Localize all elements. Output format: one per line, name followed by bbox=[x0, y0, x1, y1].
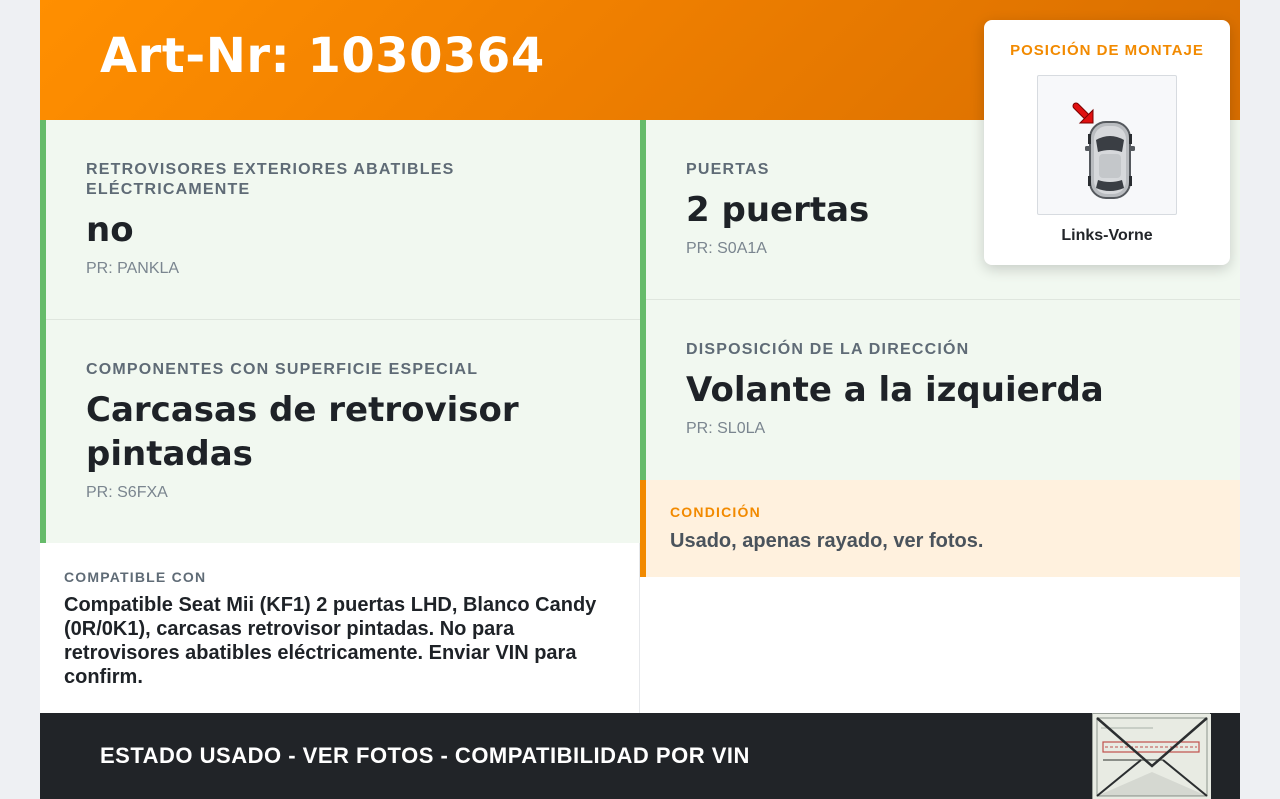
car-top-view-icon bbox=[1072, 102, 1135, 199]
spec-pr-code: PR: S6FXA bbox=[86, 484, 168, 501]
spec-value: 2 puertas bbox=[686, 190, 870, 230]
mount-position-title: POSICIÓN DE MONTAJE bbox=[1010, 42, 1204, 59]
document-stamp-image bbox=[1092, 713, 1211, 799]
spec-value: Volante a la izquierda bbox=[686, 370, 1104, 410]
spec-label: PUERTAS bbox=[686, 161, 770, 178]
article-number-title: Art-Nr: 1030364 bbox=[100, 28, 545, 84]
mount-position-caption: Links-Vorne bbox=[1061, 227, 1153, 244]
mount-position-card: POSICIÓN DE MONTAJE Links-Vorne bbox=[984, 20, 1230, 265]
spec-value: no bbox=[86, 210, 134, 250]
footer-text: ESTADO USADO - VER FOTOS - COMPATIBILIDA… bbox=[100, 743, 750, 768]
spec-label: RETROVISORES EXTERIORES ABATIBLES ELÉCTR… bbox=[86, 161, 455, 198]
envelope-icon bbox=[1093, 714, 1211, 799]
condition-box: CONDICIÓN Usado, apenas rayado, ver foto… bbox=[640, 480, 1240, 577]
spec-pr-code: PR: SL0LA bbox=[686, 420, 766, 437]
spec-value: Carcasas de retrovisor pintadas bbox=[86, 390, 519, 474]
spec-pr-code: PR: PANKLA bbox=[86, 260, 180, 277]
spec-cell-steering-position: DISPOSICIÓN DE LA DIRECCIÓN Volante a la… bbox=[640, 300, 1240, 480]
footer-bar: ESTADO USADO - VER FOTOS - COMPATIBILIDA… bbox=[40, 713, 1240, 799]
condition-label: CONDICIÓN bbox=[670, 504, 761, 520]
car-position-image bbox=[1037, 75, 1177, 215]
compatible-text: Compatible Seat Mii (KF1) 2 puertas LHD,… bbox=[64, 594, 597, 688]
spec-pr-code: PR: S0A1A bbox=[686, 240, 767, 257]
condition-text: Usado, apenas rayado, ver fotos. bbox=[670, 530, 984, 552]
product-sheet: Art-Nr: 1030364 RETROVISORES EXTERIORES … bbox=[40, 0, 1240, 799]
arrow-icon bbox=[1072, 102, 1094, 124]
compatible-box: COMPATIBLE CON Compatible Seat Mii (KF1)… bbox=[40, 543, 640, 713]
spec-label: DISPOSICIÓN DE LA DIRECCIÓN bbox=[686, 341, 970, 358]
compatible-label: COMPATIBLE CON bbox=[64, 569, 207, 585]
spec-label: COMPONENTES CON SUPERFICIE ESPECIAL bbox=[86, 361, 479, 378]
spec-cell-folding-mirrors: RETROVISORES EXTERIORES ABATIBLES ELÉCTR… bbox=[40, 120, 640, 320]
spec-cell-special-surface: COMPONENTES CON SUPERFICIE ESPECIAL Carc… bbox=[40, 320, 640, 543]
